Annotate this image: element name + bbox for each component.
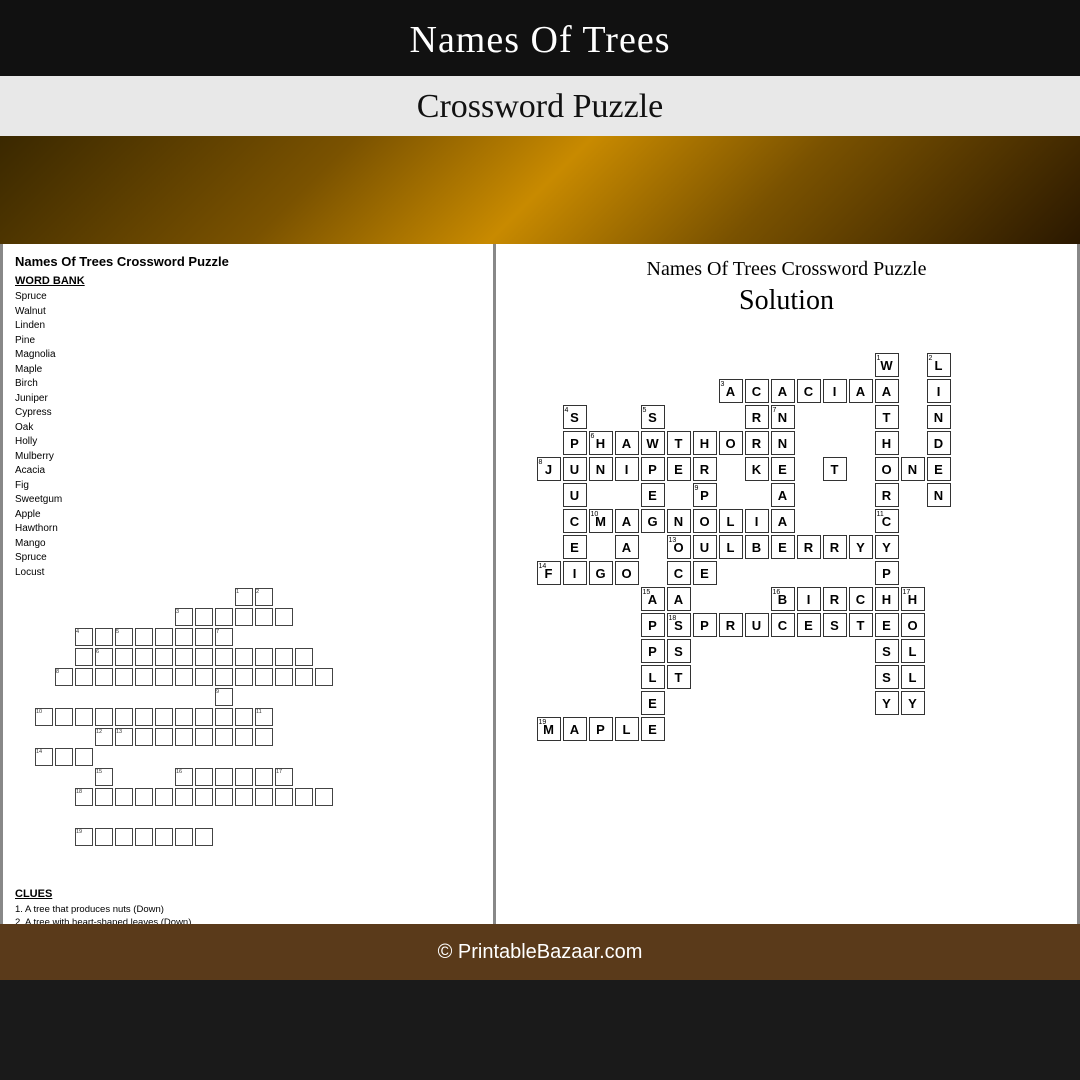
subtitle: Crossword Puzzle bbox=[0, 76, 1080, 136]
left-panel: Names Of Trees Crossword Puzzle WORD BAN… bbox=[3, 244, 493, 924]
word-item: Walnut bbox=[15, 305, 375, 320]
main-title: Names Of Trees bbox=[0, 0, 1080, 76]
word-item: Linden bbox=[15, 319, 375, 334]
word-bank-section: WORD BANK Spruce Walnut Linden Pine Magn… bbox=[15, 275, 375, 924]
word-item: Acacia bbox=[15, 464, 375, 479]
word-item: Magnolia bbox=[15, 348, 375, 363]
crossword-grid: .cg { position:absolute; width:18px; hei… bbox=[15, 588, 375, 888]
word-item: Spruce bbox=[15, 290, 375, 305]
right-panel-title: Names Of Trees Crossword Puzzle bbox=[512, 258, 1061, 281]
word-item: Mango bbox=[15, 537, 375, 552]
left-panel-title: Names Of Trees Crossword Puzzle bbox=[15, 254, 481, 269]
word-item: Oak bbox=[15, 421, 375, 436]
word-item: Juniper bbox=[15, 392, 375, 407]
word-item: Mulberry bbox=[15, 450, 375, 465]
word-item: Pine bbox=[15, 334, 375, 349]
solution-label: Solution bbox=[512, 285, 1061, 317]
footer: © PrintableBazaar.com bbox=[0, 924, 1080, 980]
clues-label: CLUES bbox=[15, 888, 375, 900]
clue-item: 1. A tree that produces nuts (Down) bbox=[15, 903, 375, 916]
word-item: Holly bbox=[15, 435, 375, 450]
panels-container: Names Of Trees Crossword Puzzle WORD BAN… bbox=[0, 244, 1080, 924]
clue-item: 2. A tree with heart-shaped leaves (Down… bbox=[15, 916, 375, 924]
word-item: Cypress bbox=[15, 406, 375, 421]
right-panel: Names Of Trees Crossword Puzzle Solution… bbox=[496, 244, 1077, 924]
footer-text: © PrintableBazaar.com bbox=[438, 941, 643, 964]
word-item: Sweetgum bbox=[15, 493, 375, 508]
word-item: Spruce bbox=[15, 551, 375, 566]
word-bank-list: Spruce Walnut Linden Pine Magnolia Maple… bbox=[15, 290, 375, 580]
clues-section: CLUES 1. A tree that produces nuts (Down… bbox=[15, 888, 375, 924]
word-item: Locust bbox=[15, 566, 375, 581]
word-item: Fig bbox=[15, 479, 375, 494]
word-item: Maple bbox=[15, 363, 375, 378]
word-item: Apple bbox=[15, 508, 375, 523]
word-item: Birch bbox=[15, 377, 375, 392]
background-image-area bbox=[0, 136, 1080, 244]
word-bank-label: WORD BANK bbox=[15, 275, 375, 287]
word-item: Hawthorn bbox=[15, 522, 375, 537]
solution-grid: .sc { position: absolute; width: 24px; h… bbox=[537, 327, 1037, 847]
